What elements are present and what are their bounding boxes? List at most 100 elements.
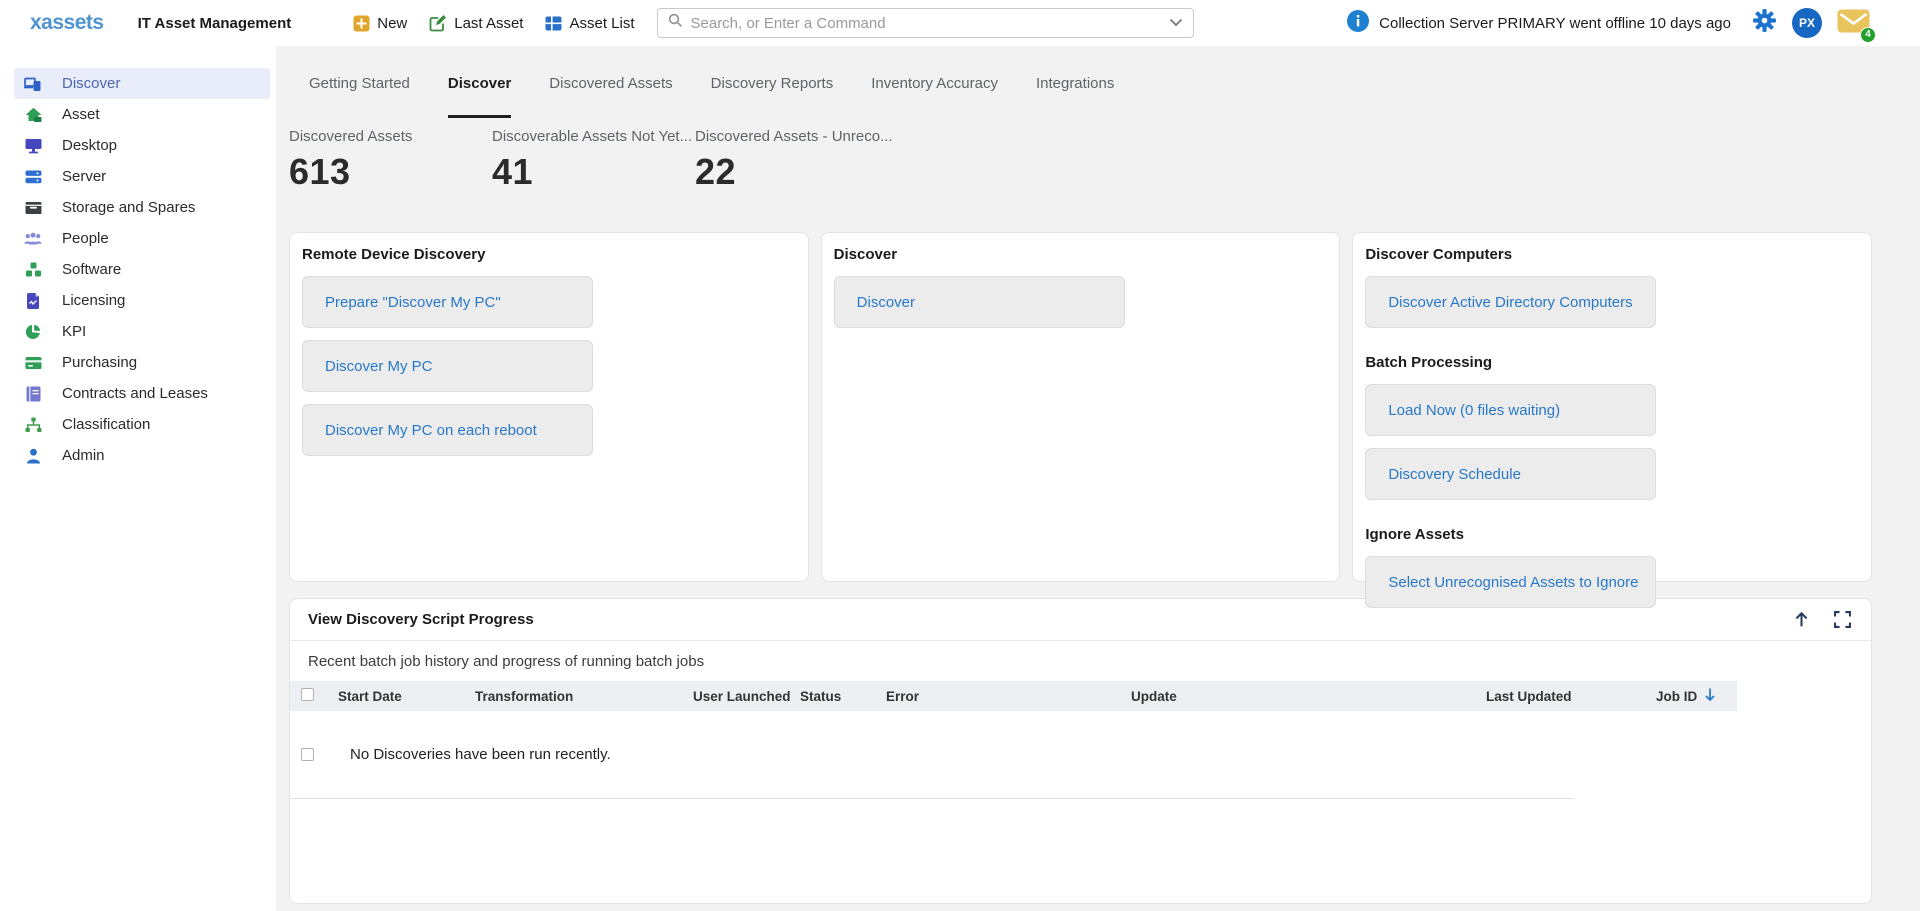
discover-button[interactable]: Discover: [834, 276, 1125, 328]
panel-title: View Discovery Script Progress: [308, 611, 534, 628]
main-content: Getting Started Discover Discovered Asse…: [276, 46, 1920, 911]
sort-descending-icon: [1703, 687, 1717, 705]
column-update[interactable]: Update: [1131, 689, 1486, 704]
column-transformation[interactable]: Transformation: [475, 689, 693, 704]
tab-discovery-reports[interactable]: Discovery Reports: [711, 62, 834, 118]
tab-discover[interactable]: Discover: [448, 62, 511, 118]
row-checkbox[interactable]: [301, 748, 314, 761]
header-actions: New Last Asset Asset List: [353, 14, 634, 32]
sidebar-item-label: Licensing: [62, 292, 125, 309]
server-offline-notification: Collection Server PRIMARY went offline 1…: [1347, 10, 1731, 36]
sidebar-item-contracts-and-leases[interactable]: Contracts and Leases: [14, 378, 270, 409]
new-plus-icon: [353, 15, 370, 32]
prepare-discover-my-pc-button[interactable]: Prepare "Discover My PC": [302, 276, 593, 328]
column-user-launched[interactable]: User Launched: [693, 689, 800, 704]
sidebar-item-server[interactable]: Server: [14, 161, 270, 192]
collapse-up-arrow-icon[interactable]: [1793, 611, 1810, 628]
sidebar-item-admin[interactable]: Admin: [14, 440, 270, 471]
card-title: Remote Device Discovery: [302, 246, 796, 263]
storage-box-icon: [24, 199, 42, 216]
header-right-cluster: Collection Server PRIMARY went offline 1…: [1347, 8, 1920, 38]
software-cubes-icon: [24, 261, 42, 278]
column-job-id[interactable]: Job ID: [1656, 687, 1737, 705]
stat-label: Discovered Assets: [289, 128, 492, 145]
sidebar-item-licensing[interactable]: Licensing: [14, 285, 270, 316]
jobs-table-header: Start Date Transformation User Launched …: [290, 681, 1737, 711]
stat-discovered-assets: Discovered Assets 613: [289, 128, 492, 193]
card-title: Discover: [834, 246, 1328, 263]
new-button-label: New: [377, 15, 407, 32]
search-input[interactable]: [691, 15, 1169, 32]
sidebar-item-label: Contracts and Leases: [62, 385, 208, 402]
action-cards-row: Remote Device Discovery Prepare "Discove…: [289, 232, 1872, 582]
select-unrecognised-assets-button[interactable]: Select Unrecognised Assets to Ignore: [1365, 556, 1656, 608]
button-label: Discover My PC on each reboot: [325, 422, 537, 439]
contracts-book-icon: [24, 385, 42, 402]
sidebar-item-label: KPI: [62, 323, 86, 340]
stat-unrecognised: Discovered Assets - Unreco... 22: [695, 128, 893, 193]
sidebar-item-storage-and-spares[interactable]: Storage and Spares: [14, 192, 270, 223]
classification-tree-icon: [24, 416, 42, 433]
app-logo[interactable]: xassets: [30, 11, 104, 35]
tab-discovered-assets[interactable]: Discovered Assets: [549, 62, 672, 118]
tab-getting-started[interactable]: Getting Started: [309, 62, 410, 118]
column-last-updated[interactable]: Last Updated: [1486, 689, 1656, 704]
expand-fullscreen-icon[interactable]: [1834, 611, 1851, 628]
sidebar-nav: Discover Asset Desktop Server Storage an…: [0, 46, 276, 911]
sidebar-item-discover[interactable]: Discover: [14, 68, 270, 99]
asset-list-button[interactable]: Asset List: [545, 15, 634, 32]
column-error[interactable]: Error: [886, 689, 1131, 704]
discover-my-pc-each-reboot-button[interactable]: Discover My PC on each reboot: [302, 404, 593, 456]
command-search[interactable]: [657, 8, 1194, 38]
discover-my-pc-button[interactable]: Discover My PC: [302, 340, 593, 392]
stat-discoverable-not-yet: Discoverable Assets Not Yet... 41: [492, 128, 695, 193]
sidebar-item-purchasing[interactable]: Purchasing: [14, 347, 270, 378]
ignore-assets-heading: Ignore Assets: [1365, 526, 1859, 543]
sidebar-item-label: Purchasing: [62, 354, 137, 371]
discover-card: Discover Discover: [821, 232, 1341, 582]
licensing-document-icon: [24, 292, 42, 309]
settings-gear-icon[interactable]: [1752, 8, 1777, 38]
messages-button[interactable]: 4: [1837, 9, 1870, 38]
new-button[interactable]: New: [353, 15, 407, 32]
people-group-icon: [24, 230, 42, 247]
tab-inventory-accuracy[interactable]: Inventory Accuracy: [871, 62, 998, 118]
sidebar-item-label: People: [62, 230, 109, 247]
sidebar-item-kpi[interactable]: KPI: [14, 316, 270, 347]
discover-devices-icon: [24, 75, 42, 92]
chevron-down-icon[interactable]: [1169, 14, 1183, 32]
last-asset-label: Last Asset: [454, 15, 523, 32]
discovery-schedule-button[interactable]: Discovery Schedule: [1365, 448, 1656, 500]
card-title: Discover Computers: [1365, 246, 1859, 263]
sidebar-item-people[interactable]: People: [14, 223, 270, 254]
sidebar-item-label: Discover: [62, 75, 120, 92]
button-label: Discover My PC: [325, 358, 433, 375]
column-start-date[interactable]: Start Date: [338, 689, 475, 704]
tab-integrations[interactable]: Integrations: [1036, 62, 1114, 118]
column-status[interactable]: Status: [800, 689, 886, 704]
last-asset-button[interactable]: Last Asset: [429, 14, 523, 32]
select-all-checkbox[interactable]: [301, 688, 314, 701]
info-icon: [1347, 10, 1369, 36]
stat-value: 22: [695, 151, 893, 193]
stat-value: 41: [492, 151, 695, 193]
kpi-pie-chart-icon: [24, 323, 42, 340]
load-now-button[interactable]: Load Now (0 files waiting): [1365, 384, 1656, 436]
button-label: Discovery Schedule: [1388, 466, 1521, 483]
sidebar-item-software[interactable]: Software: [14, 254, 270, 285]
stat-label: Discovered Assets - Unreco...: [695, 128, 893, 145]
discover-active-directory-button[interactable]: Discover Active Directory Computers: [1365, 276, 1656, 328]
sidebar-item-desktop[interactable]: Desktop: [14, 130, 270, 161]
sidebar-item-classification[interactable]: Classification: [14, 409, 270, 440]
notification-text: Collection Server PRIMARY went offline 1…: [1379, 15, 1731, 32]
button-label: Select Unrecognised Assets to Ignore: [1388, 574, 1638, 591]
user-avatar[interactable]: PX: [1792, 8, 1822, 38]
admin-person-icon: [24, 447, 42, 464]
sidebar-item-label: Asset: [62, 106, 100, 123]
search-icon: [668, 13, 683, 33]
sidebar-item-label: Classification: [62, 416, 150, 433]
stat-label: Discoverable Assets Not Yet...: [492, 128, 695, 145]
button-label: Discover: [857, 294, 915, 311]
panel-header-icons: [1793, 611, 1851, 628]
sidebar-item-asset[interactable]: Asset: [14, 99, 270, 130]
